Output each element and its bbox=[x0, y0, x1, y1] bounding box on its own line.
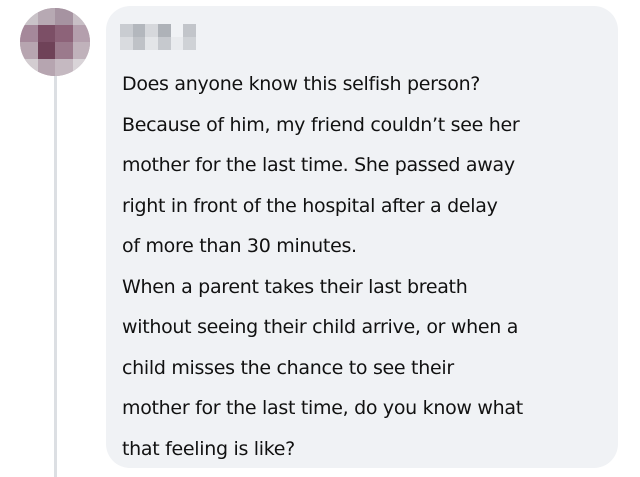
comment-line: right in front of the hospital after a d… bbox=[122, 194, 498, 217]
avatar[interactable] bbox=[20, 8, 90, 76]
comment-line: of more than 30 minutes. bbox=[122, 235, 357, 257]
comment-line: When a parent takes their last breath bbox=[122, 275, 468, 298]
thread-connector-line bbox=[54, 72, 57, 477]
comment-thread: Does anyone know this selfish person? Be… bbox=[0, 0, 640, 477]
comment-line: Because of him, my friend couldn’t see h… bbox=[122, 113, 520, 136]
comment-line: without seeing their child arrive, or wh… bbox=[122, 316, 519, 338]
comment-line: child misses the chance to see their bbox=[122, 356, 454, 379]
comment-line: mother for the last time, do you know wh… bbox=[122, 397, 523, 419]
comment-line: Does anyone know this selfish person? bbox=[122, 73, 481, 95]
comment-body: Does anyone know this selfish person? Be… bbox=[122, 64, 608, 469]
author-name-redacted[interactable] bbox=[120, 24, 196, 50]
comment-line: mother for the last time. She passed awa… bbox=[122, 154, 515, 176]
comment-line: that feeling is like? bbox=[122, 437, 295, 460]
